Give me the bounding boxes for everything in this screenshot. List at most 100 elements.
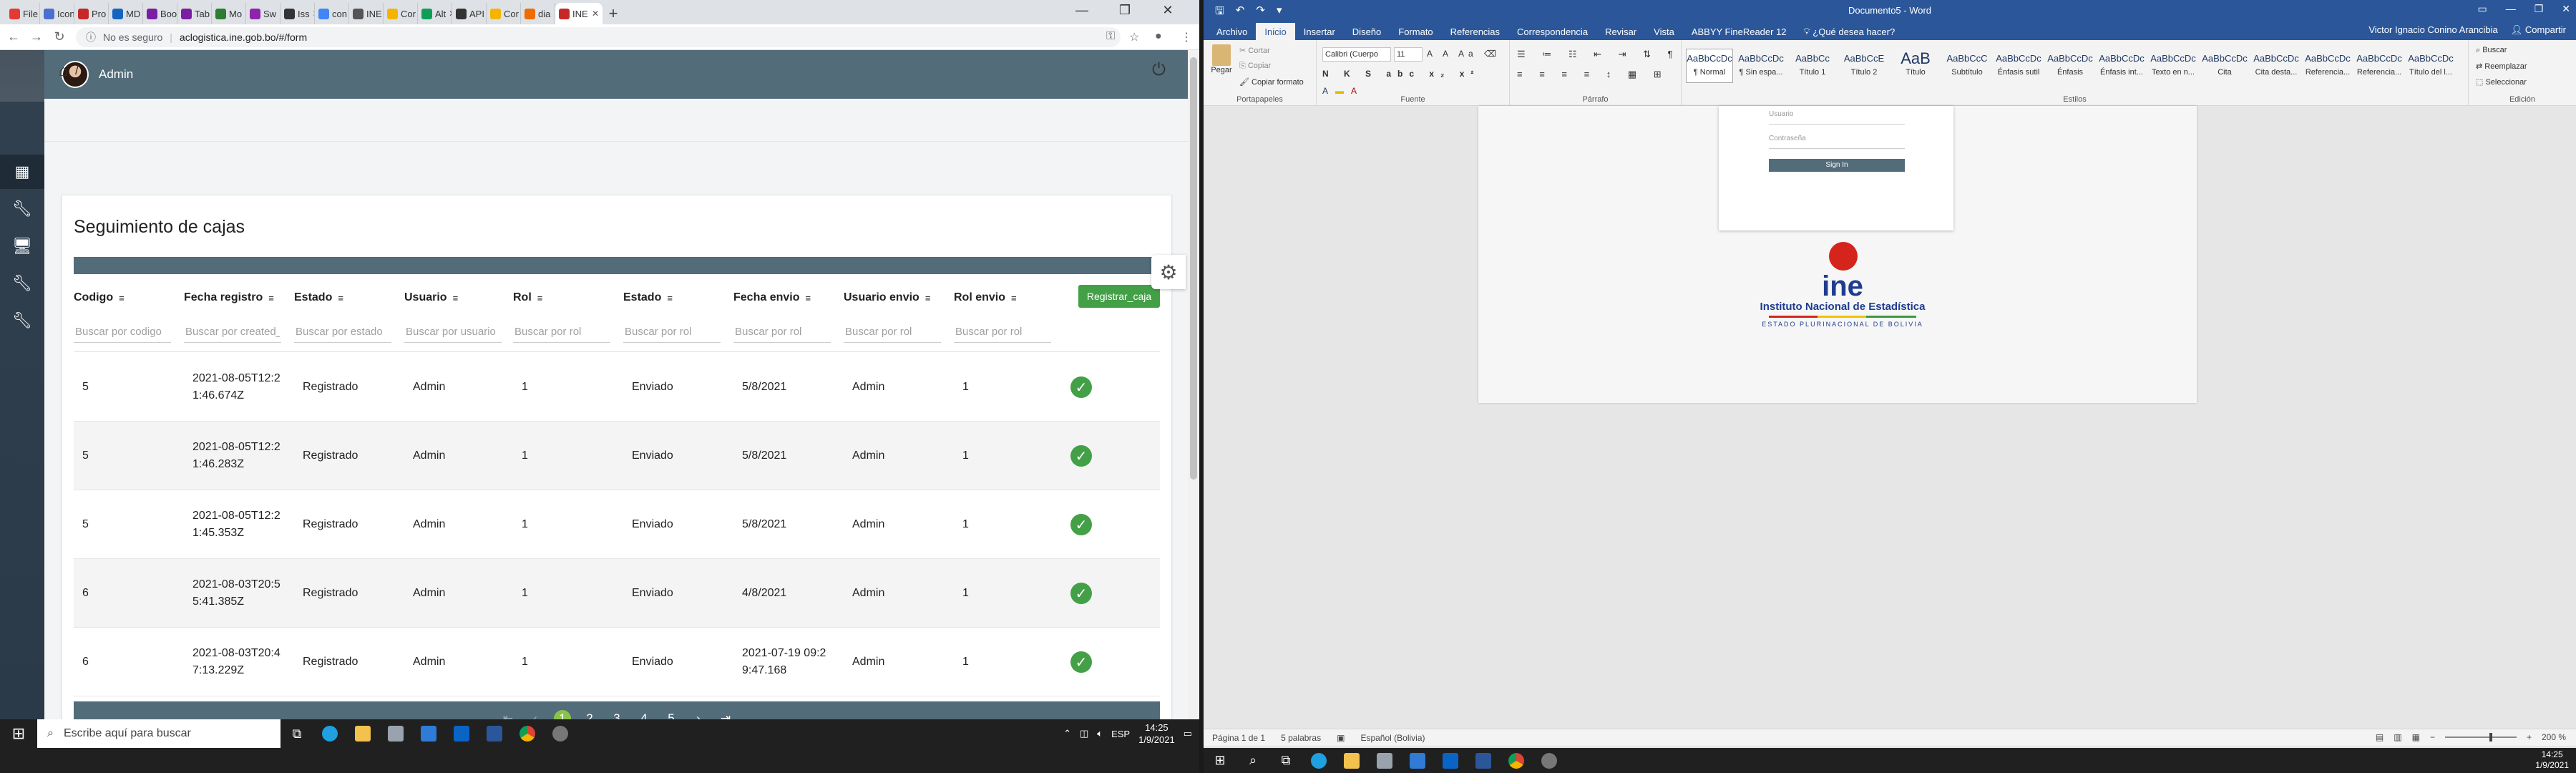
settings-gear-icon[interactable]: ⚙ <box>1151 255 1186 289</box>
app-icon[interactable] <box>1533 748 1566 773</box>
maximize-button[interactable]: ❐ <box>1111 3 1139 18</box>
cut-button[interactable]: ✂ Cortar <box>1239 46 1270 55</box>
zoom-slider[interactable] <box>2444 733 2517 742</box>
style-gallery-item[interactable]: AaBbCc Título 1 <box>1789 49 1836 83</box>
windows-start-icon[interactable]: ⊞ <box>0 719 37 748</box>
font-size-select[interactable]: 11 <box>1394 47 1423 62</box>
table-row[interactable]: 5 2021-08-05T12:21:46.674Z Registrado Admin… <box>74 353 1160 422</box>
file-explorer-icon[interactable] <box>346 719 379 748</box>
nav-monitor-icon[interactable]: 🖥︎ <box>0 229 44 263</box>
style-gallery-item[interactable]: AaBbCcDc Énfasis int... <box>2098 49 2145 83</box>
pager-page[interactable]: 5 <box>663 710 680 719</box>
filter-input[interactable] <box>733 321 831 343</box>
taskbar-search[interactable]: ⌕ Escribe aquí para buscar <box>37 719 280 748</box>
page-count[interactable]: Página 1 de 1 <box>1212 733 1265 743</box>
status-check-icon[interactable]: ✓ <box>1070 376 1092 398</box>
new-tab-button[interactable]: + <box>602 3 624 24</box>
browser-tab[interactable]: Sw✕ <box>246 3 280 24</box>
ribbon-tab[interactable]: Archivo <box>1208 23 1256 40</box>
nav-wrench-2-icon[interactable]: 🔧︎ <box>0 266 44 301</box>
browser-tab[interactable]: dia✕ <box>521 3 555 24</box>
ribbon-tab[interactable]: Correspondencia <box>1508 23 1596 40</box>
reload-icon[interactable]: ↻ <box>53 29 66 44</box>
word-minimize-button[interactable]: — <box>2506 3 2516 15</box>
notification-icon[interactable]: ▭ <box>1184 728 1192 739</box>
browser-tab[interactable]: Pro✕ <box>74 3 109 24</box>
sort-icon[interactable]: ≡ <box>338 293 348 303</box>
home-icon[interactable]: ⌂ <box>59 62 68 80</box>
chrome-icon[interactable] <box>511 719 544 748</box>
style-gallery-item[interactable]: AaBbCcDc Título del l... <box>2407 49 2454 83</box>
clock[interactable]: 14:25 1/9/2021 <box>1138 721 1175 746</box>
volume-icon[interactable]: 🔈︎ <box>1097 728 1103 739</box>
sort-icon[interactable]: ≡ <box>667 293 677 303</box>
mail-icon[interactable] <box>412 719 445 748</box>
browser-tab[interactable]: INE✕ <box>555 3 602 24</box>
replace-button[interactable]: ⇄ Reemplazar <box>2476 62 2527 71</box>
filter-input[interactable] <box>404 321 502 343</box>
browser-tab[interactable]: Cor✕ <box>487 3 521 24</box>
filter-input[interactable] <box>74 321 171 343</box>
sort-icon[interactable]: ≡ <box>925 293 935 303</box>
font-name-select[interactable]: Calibri (Cuerpo <box>1322 47 1391 62</box>
pager-last-icon[interactable]: ⇥ <box>717 710 734 719</box>
style-gallery-item[interactable]: AaBbCcDc Cita desta... <box>2253 49 2300 83</box>
column-header[interactable]: Fecha envio ≡ <box>733 291 815 304</box>
word-icon[interactable] <box>1467 748 1500 773</box>
browser-tab[interactable]: File✕ <box>6 3 40 24</box>
zoom-in-icon[interactable]: + <box>2527 732 2532 742</box>
browser-tab[interactable]: INE✕ <box>349 3 384 24</box>
style-gallery-item[interactable]: AaBbCcDc Texto en n... <box>2150 49 2197 83</box>
forward-icon[interactable]: → <box>30 29 43 44</box>
key-icon[interactable]: ⚿ <box>1106 30 1115 43</box>
menu-dots-icon[interactable]: ⋮ <box>1181 30 1192 44</box>
pager-page[interactable]: 3 <box>608 710 625 719</box>
sort-icon[interactable]: ≡ <box>537 293 547 303</box>
paste-button[interactable]: Pegar <box>1209 44 1234 74</box>
close-window-button[interactable]: ✕ <box>1153 3 1182 18</box>
edge-icon[interactable] <box>1302 748 1335 773</box>
print-layout-icon[interactable]: ▥ <box>2394 732 2401 742</box>
profile-icon[interactable]: ● <box>1155 30 1162 43</box>
column-header[interactable]: Estado ≡ <box>294 291 348 304</box>
table-row[interactable]: 5 2021-08-05T12:21:45.353Z Registrado Admin… <box>74 490 1160 559</box>
browser-tab[interactable]: Mo✕ <box>212 3 246 24</box>
font-size-buttons[interactable]: A A Aa ⌫ <box>1427 49 1501 59</box>
ribbon-tab[interactable]: Insertar <box>1295 23 1344 40</box>
document-language[interactable]: Español (Bolivia) <box>1360 733 1425 743</box>
page-scrollbar[interactable] <box>1188 50 1199 719</box>
column-header[interactable]: Codigo ≡ <box>74 291 129 304</box>
filter-input[interactable] <box>513 321 610 343</box>
find-button[interactable]: ⌕ Buscar <box>2476 46 2507 55</box>
clock-right[interactable]: 14:25 1/9/2021 <box>2535 749 2569 771</box>
table-row[interactable]: 5 2021-08-05T12:21:46.283Z Registrado Admin… <box>74 422 1160 490</box>
list-buttons[interactable]: ☰ ≔ ☷ ⇤ ⇥ ⇅ ¶ <box>1517 49 1680 60</box>
style-gallery-item[interactable]: AaB Título <box>1892 49 1939 83</box>
pager-next-icon[interactable]: › <box>690 710 707 719</box>
style-gallery-item[interactable]: AaBbCcDc ¶ Sin espa... <box>1737 49 1785 83</box>
document-canvas[interactable]: Usuario Contraseña Sign In ine Instituto… <box>1204 106 2576 729</box>
browser-tab[interactable]: Icono✕ <box>40 3 74 24</box>
column-header[interactable]: Estado ≡ <box>623 291 677 304</box>
copy-button[interactable]: ⎘ Copiar <box>1239 62 1271 71</box>
status-check-icon[interactable]: ✓ <box>1070 514 1092 535</box>
sort-icon[interactable]: ≡ <box>119 293 129 303</box>
proofing-icon[interactable]: ▣ <box>1337 733 1345 743</box>
power-icon[interactable]: ⏻ <box>1152 60 1166 80</box>
mail-icon[interactable] <box>1401 748 1434 773</box>
column-header[interactable]: Rol envio ≡ <box>954 291 1021 304</box>
file-explorer-icon[interactable] <box>1335 748 1368 773</box>
font-format-buttons[interactable]: N K S abc x₂ x² <box>1322 69 1480 79</box>
browser-tab[interactable]: Cor✕ <box>384 3 418 24</box>
style-gallery-item[interactable]: AaBbCcDc Cita <box>2201 49 2248 83</box>
browser-tab[interactable]: Boo✕ <box>143 3 177 24</box>
pager-prev-icon[interactable]: ‹ <box>527 710 544 719</box>
nav-wrench-icon[interactable]: 🔧︎ <box>0 192 44 226</box>
filter-input[interactable] <box>294 321 391 343</box>
pasted-login-image[interactable]: Usuario Contraseña Sign In <box>1719 106 1953 230</box>
star-icon[interactable]: ☆ <box>1129 30 1139 44</box>
select-button[interactable]: ⬚ Seleccionar <box>2476 77 2527 87</box>
nav-dashboard-icon[interactable]: ▦ <box>0 155 44 189</box>
format-painter-button[interactable]: 🖌︎ Copiar formato <box>1239 77 1304 87</box>
register-box-button[interactable]: Registrar_caja <box>1078 285 1160 308</box>
